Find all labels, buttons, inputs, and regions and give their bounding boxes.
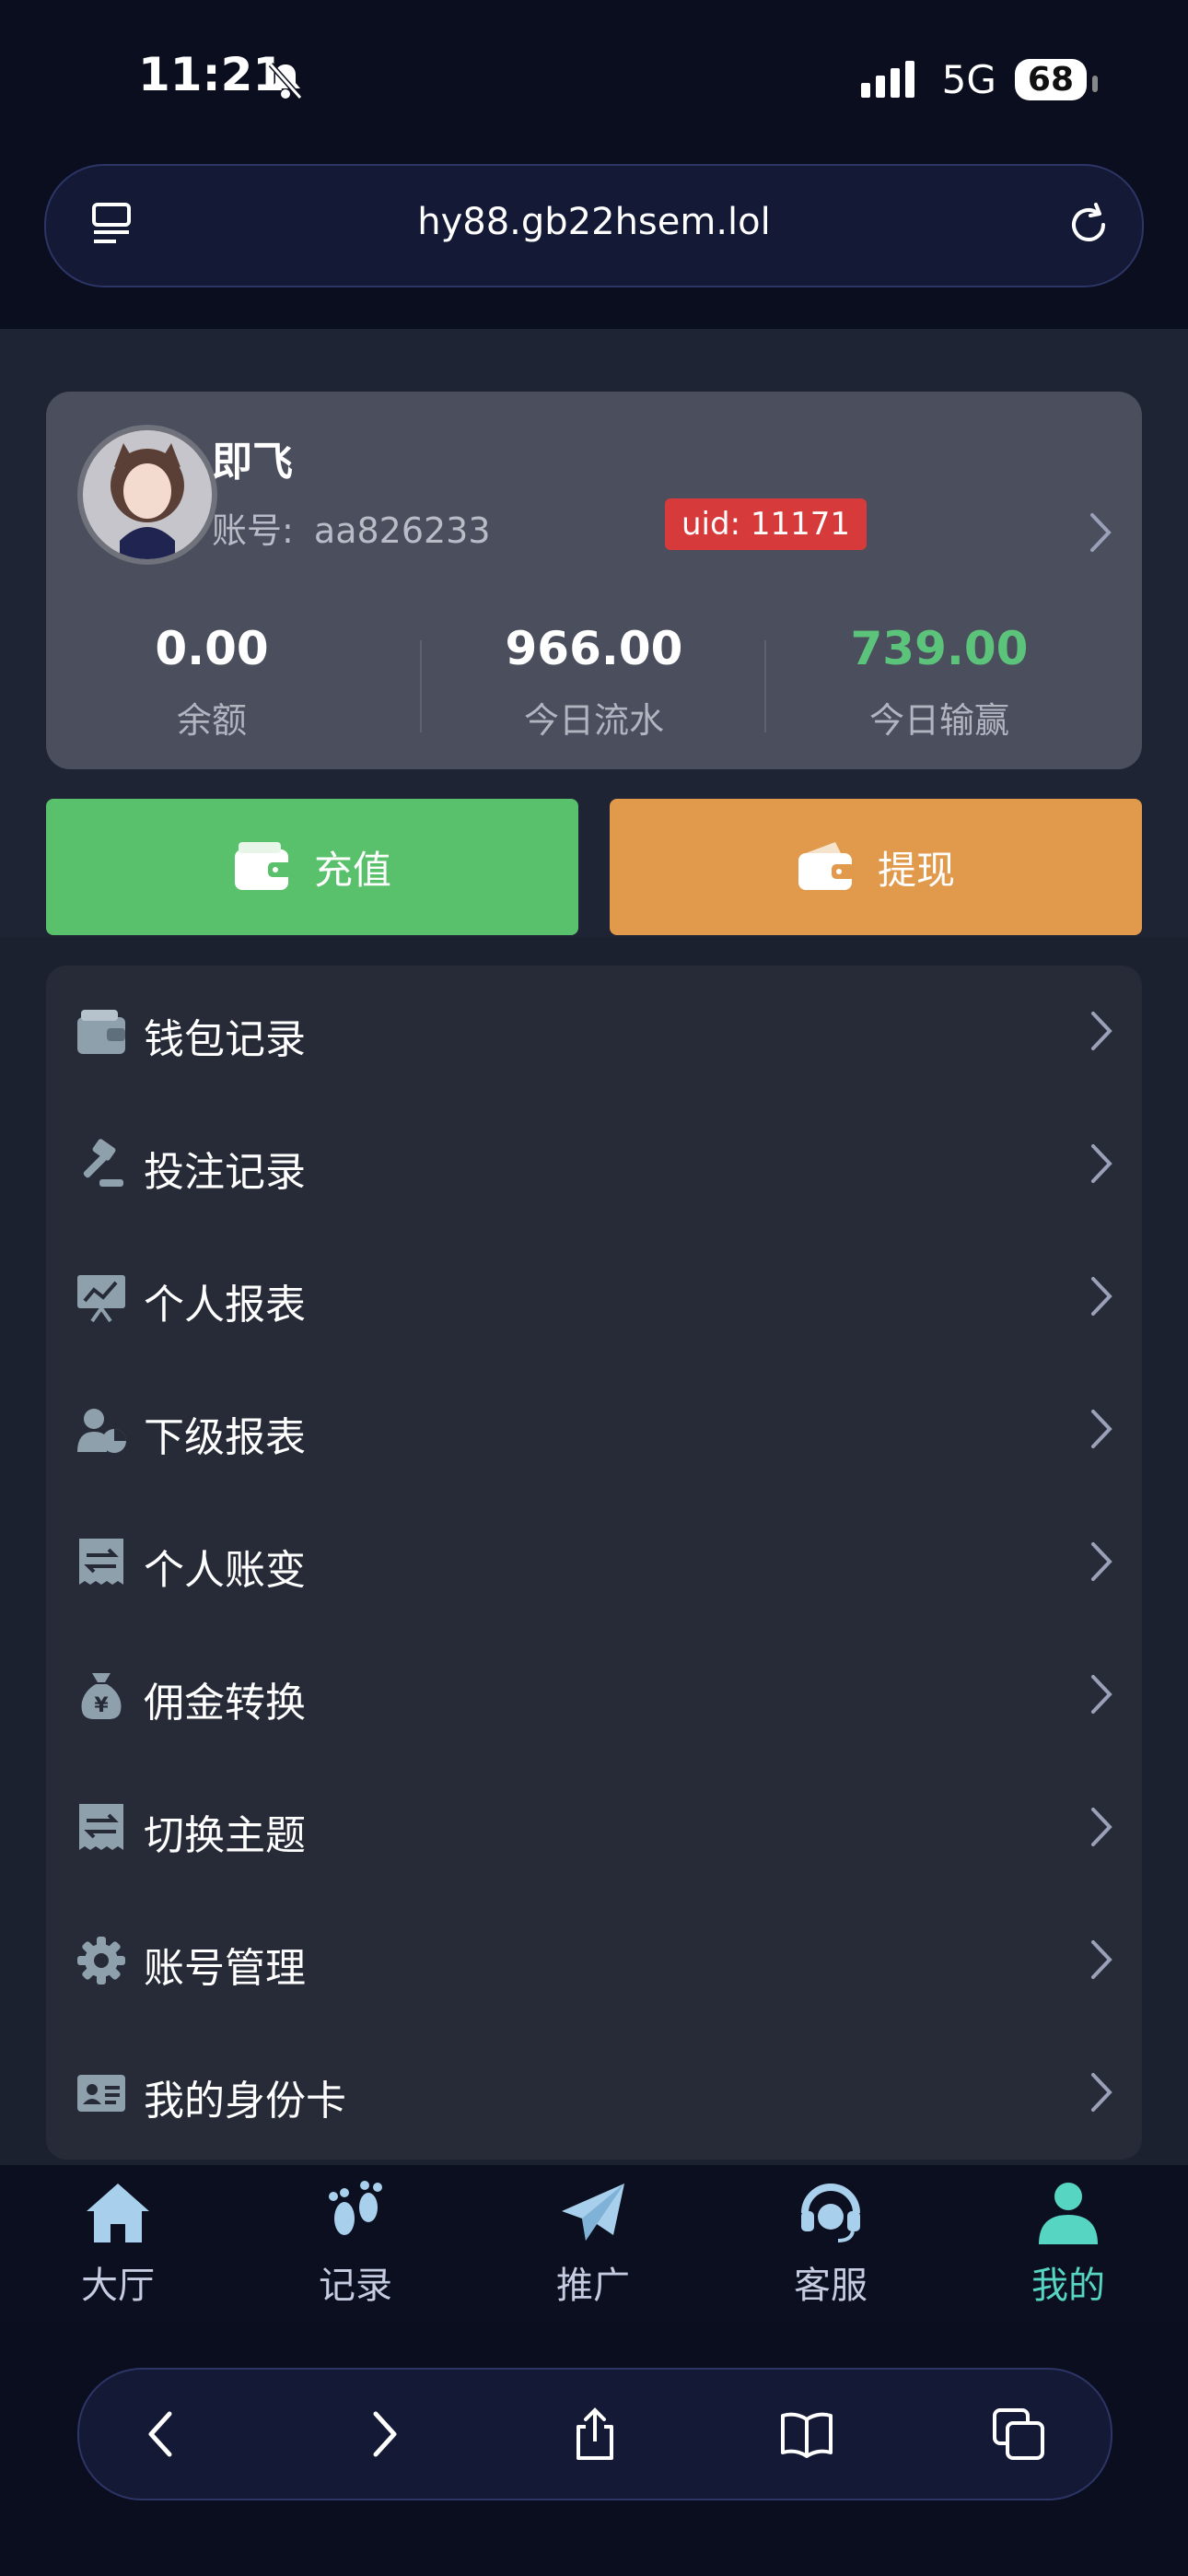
- wallet-icon: [77, 1010, 125, 1054]
- receipt-exchange-icon: [79, 1539, 123, 1585]
- id-card-icon: [77, 2075, 125, 2112]
- menu-item-label: 投注记录: [144, 1149, 306, 1196]
- receipt-exchange-icon: [79, 1804, 123, 1850]
- menu-item-label: 钱包记录: [144, 1016, 306, 1063]
- chevron-right-icon: [1091, 1144, 1112, 1183]
- menu-item-label: 下级报表: [144, 1414, 306, 1461]
- menu-item-id-card[interactable]: 我的身份卡: [46, 2027, 1142, 2160]
- battery-level: 68: [1014, 59, 1099, 100]
- menu-item-label: 我的身份卡: [144, 2078, 346, 2125]
- chevron-right-icon: [1091, 1012, 1112, 1050]
- avatar: [77, 425, 217, 565]
- forward-icon[interactable]: [355, 2406, 411, 2462]
- stat-label: 今日流水: [523, 700, 664, 741]
- money-bag-icon: ¥: [81, 1673, 122, 1719]
- menu-item-label: 个人账变: [144, 1547, 306, 1594]
- tab-lobby[interactable]: 大厅: [35, 2180, 201, 2309]
- footprints-icon: [329, 2181, 382, 2235]
- chevron-right-icon: [1091, 1410, 1112, 1448]
- back-icon[interactable]: [134, 2406, 190, 2462]
- account-label: 账号:: [212, 510, 294, 551]
- stat-divider: [420, 640, 422, 732]
- tab-label: 我的: [1031, 2265, 1105, 2307]
- wallet-icon: [234, 842, 292, 890]
- headset-icon: [801, 2184, 860, 2242]
- svg-text:¥: ¥: [94, 1694, 109, 1717]
- gear-icon: [77, 1937, 125, 1985]
- chevron-right-icon: [1091, 2073, 1112, 2112]
- menu-item-commission-convert[interactable]: ¥ 佣金转换: [46, 1629, 1142, 1762]
- uid-badge: uid: 11171: [665, 498, 867, 550]
- withdraw-label: 提现: [877, 847, 955, 893]
- stat-label: 今日输赢: [868, 700, 1009, 741]
- menu-item-bet-records[interactable]: 投注记录: [46, 1098, 1142, 1231]
- stat-value: 739.00: [850, 622, 1029, 675]
- chevron-right-icon: [1091, 1808, 1112, 1846]
- tabs-icon[interactable]: [991, 2406, 1046, 2462]
- user-icon: [1039, 2183, 1098, 2244]
- chevron-right-icon: [1091, 1542, 1112, 1581]
- signal-icon: [860, 60, 914, 98]
- chart-board-icon: [77, 1275, 125, 1323]
- user-pie-icon: [77, 1409, 126, 1453]
- network-type: 5G: [941, 57, 996, 102]
- tab-support[interactable]: 客服: [748, 2180, 914, 2309]
- stat-turnover: 966.00 今日流水: [428, 622, 760, 743]
- menu-item-subordinate-report[interactable]: 下级报表: [46, 1364, 1142, 1496]
- paper-plane-icon: [562, 2184, 624, 2241]
- browser-toolbar: [77, 2368, 1112, 2500]
- menu-item-account-management[interactable]: 账号管理: [46, 1894, 1142, 2027]
- stat-divider: [764, 640, 766, 732]
- tab-records[interactable]: 记录: [273, 2180, 438, 2309]
- address-bar[interactable]: hy88.gb22hsem.lol: [44, 164, 1144, 287]
- tab-mine[interactable]: 我的: [985, 2180, 1151, 2309]
- tab-label: 客服: [794, 2265, 868, 2307]
- deposit-button[interactable]: 充值: [46, 799, 578, 935]
- menu-item-wallet-records[interactable]: 钱包记录: [46, 966, 1142, 1098]
- home-icon: [87, 2184, 149, 2242]
- chevron-right-icon: [1091, 1675, 1112, 1714]
- share-icon[interactable]: [567, 2406, 623, 2462]
- account-line: 账号: aa826233: [212, 502, 491, 553]
- withdraw-button[interactable]: 提现: [610, 799, 1142, 935]
- wallet-icon: [798, 842, 856, 890]
- chevron-right-icon: [1091, 1940, 1112, 1979]
- stat-winloss: 739.00 今日输赢: [774, 622, 1105, 743]
- menu-item-label: 账号管理: [144, 1945, 306, 1992]
- reload-icon[interactable]: [1063, 199, 1114, 251]
- tab-label: 推广: [556, 2265, 630, 2307]
- stat-balance: 0.00 余额: [46, 622, 378, 743]
- menu-item-label: 佣金转换: [144, 1680, 306, 1727]
- profile-card[interactable]: 即飞 账号: aa826233 uid: 11171 0.00 余额 966.0…: [46, 392, 1142, 769]
- menu-item-label: 个人报表: [144, 1282, 306, 1329]
- status-time: 11:21: [138, 48, 285, 101]
- tab-label: 大厅: [81, 2265, 155, 2307]
- tab-promote[interactable]: 推广: [510, 2180, 676, 2309]
- menu-item-account-changes[interactable]: 个人账变: [46, 1496, 1142, 1629]
- url-text[interactable]: hy88.gb22hsem.lol: [46, 201, 1142, 243]
- chevron-right-icon: [1091, 1277, 1112, 1316]
- deposit-label: 充值: [313, 847, 391, 893]
- stat-value: 966.00: [505, 622, 683, 675]
- stat-value: 0.00: [155, 622, 269, 675]
- account-id: aa826233: [313, 510, 491, 551]
- bell-slash-icon: [268, 63, 303, 100]
- menu-list: 钱包记录 投注记录 个人报表 下级报表 个人账变 ¥ 佣金转换 切换主题 账号管…: [46, 966, 1142, 2160]
- menu-item-switch-theme[interactable]: 切换主题: [46, 1762, 1142, 1894]
- stat-label: 余额: [176, 700, 247, 741]
- chevron-right-icon[interactable]: [1087, 511, 1114, 554]
- user-name: 即飞: [212, 439, 293, 486]
- bookmarks-icon[interactable]: [779, 2406, 834, 2462]
- menu-item-label: 切换主题: [144, 1812, 306, 1859]
- tab-label: 记录: [319, 2265, 392, 2307]
- gavel-icon: [83, 1139, 123, 1187]
- menu-item-personal-report[interactable]: 个人报表: [46, 1231, 1142, 1364]
